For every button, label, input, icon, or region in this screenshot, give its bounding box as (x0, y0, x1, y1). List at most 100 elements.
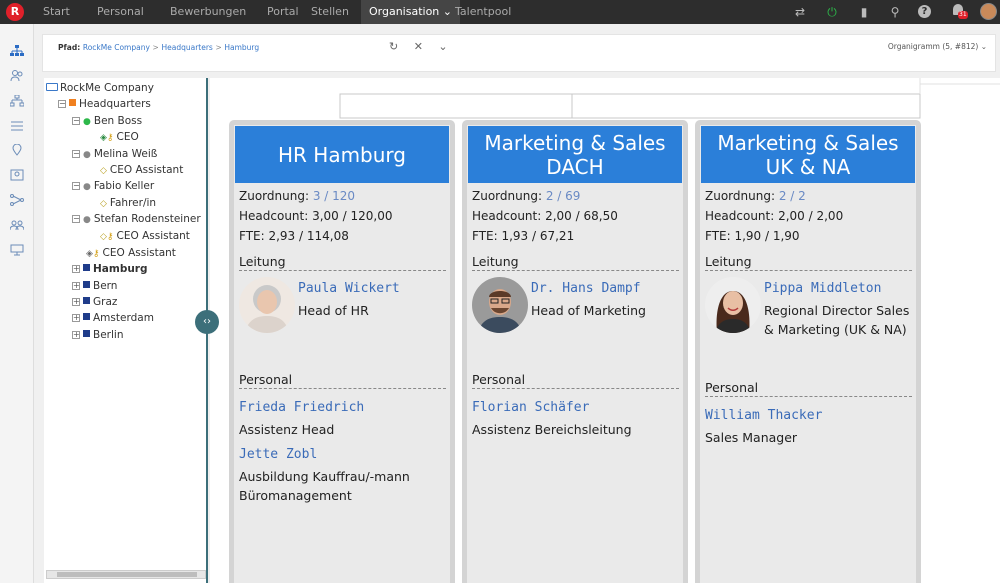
unit-icon (69, 99, 76, 106)
tree-node-role[interactable]: ◇ CEO Assistant (100, 163, 183, 178)
leitung-heading: Leitung (239, 254, 446, 271)
breadcrumb-item-company[interactable]: RockMe Company (83, 43, 150, 52)
search-icon[interactable]: ⚲ (887, 4, 903, 20)
nav-organisation[interactable]: Organisation ⌄ (361, 0, 460, 24)
location-icon[interactable] (9, 143, 25, 158)
nav-talentpool[interactable]: Talentpool (455, 0, 511, 24)
tree-node-person[interactable]: − ● Melina Weiß (72, 147, 157, 162)
card-title[interactable]: HR Hamburg (235, 126, 449, 183)
zuordnung-line: Zuordnung: 2 / 69 (472, 189, 580, 203)
panel-splitter-handle[interactable]: ‹› (195, 310, 219, 334)
unit-icon (83, 297, 90, 304)
tree-node-person[interactable]: − ● Ben Boss (72, 114, 142, 129)
expand-toggle[interactable]: + (72, 265, 80, 273)
tree-node-amsterdam[interactable]: + Amsterdam (72, 311, 154, 325)
tree-node-label: Fahrer/in (109, 197, 157, 209)
personal-heading: Personal (705, 380, 912, 397)
card-title[interactable]: Marketing & Sales DACH (468, 126, 682, 183)
tree-node-graz[interactable]: + Graz (72, 295, 117, 309)
lead-name[interactable]: Pippa Middleton (764, 281, 881, 296)
zuordnung-label: Zuordnung: (472, 189, 542, 203)
unit-icon (83, 281, 90, 288)
collapse-toggle[interactable]: − (72, 150, 80, 158)
scrollbar-thumb[interactable] (57, 572, 197, 577)
tree-node-root[interactable]: RockMe Company (46, 81, 154, 95)
collapse-toggle[interactable]: − (72, 182, 80, 190)
tree-node-role[interactable]: ◇⚷ CEO Assistant (100, 229, 190, 244)
breadcrumb-item-hamburg[interactable]: Hamburg (224, 43, 259, 52)
breadcrumb-separator: > (215, 43, 222, 52)
lead-name[interactable]: Dr. Hans Dampf (531, 281, 641, 296)
unit-icon (83, 264, 90, 271)
tree-node-role[interactable]: ◈⚷ CEO (100, 130, 139, 145)
leitung-heading: Leitung (705, 254, 912, 271)
collapse-toggle[interactable]: − (72, 117, 80, 125)
org-chart-select[interactable]: Organigramm (5, #812) ⌄ (888, 42, 987, 51)
expand-toggle[interactable]: + (72, 314, 80, 322)
position-icon: ◇ (100, 166, 107, 176)
tree-node-label: Graz (93, 296, 118, 308)
collapse-toggle[interactable]: − (58, 100, 66, 108)
tree-horizontal-scrollbar[interactable] (46, 570, 206, 579)
bell-icon[interactable]: 31 (950, 4, 968, 20)
nav-bewerbungen[interactable]: Bewerbungen (170, 0, 246, 24)
org-unit-card[interactable]: HR Hamburg Zuordnung: 3 / 120 Headcount:… (229, 120, 455, 583)
staff-role: Ausbildung Kauffrau/-mann Büromanagement (239, 469, 410, 503)
tree-node-person[interactable]: − ● Fabio Keller (72, 179, 154, 194)
zuordnung-separator: / (790, 189, 795, 203)
list-icon[interactable] (9, 120, 25, 134)
hierarchy-icon[interactable] (9, 94, 25, 109)
timer-icon[interactable]: ⏻ (824, 4, 840, 20)
staff-name[interactable]: William Thacker (705, 408, 822, 423)
tree-node-headquarters[interactable]: − Headquarters (58, 97, 151, 111)
lead-role: Head of Marketing (531, 303, 646, 318)
expand-toggle[interactable]: + (72, 282, 80, 290)
breadcrumb-actions[interactable]: ↻ ✕ ⌄ (389, 40, 454, 53)
nav-start[interactable]: Start (43, 0, 70, 24)
tree-node-label: CEO Assistant (116, 230, 190, 242)
personal-heading: Personal (472, 372, 679, 389)
nav-portal[interactable]: Portal (267, 0, 299, 24)
lead-name[interactable]: Paula Wickert (298, 281, 400, 296)
tree-node-hamburg[interactable]: + Hamburg (72, 262, 148, 276)
org-chart-icon[interactable] (9, 45, 25, 59)
collapse-toggle[interactable]: − (72, 215, 80, 223)
tree-node-berlin[interactable]: + Berlin (72, 328, 123, 342)
staff-name[interactable]: Frieda Friedrich (239, 400, 364, 415)
app-logo[interactable]: R (6, 3, 24, 21)
network-icon[interactable] (9, 194, 25, 208)
nav-personal[interactable]: Personal (97, 0, 144, 24)
expand-toggle[interactable]: + (72, 298, 80, 306)
id-card-icon[interactable] (9, 169, 25, 183)
card-title[interactable]: Marketing & Sales UK & NA (701, 126, 915, 183)
presentation-icon[interactable] (9, 244, 25, 258)
tree-node-label: CEO (116, 131, 139, 143)
breadcrumb-item-headquarters[interactable]: Headquarters (161, 43, 212, 52)
person-icon: ● (83, 150, 91, 160)
user-avatar[interactable] (980, 3, 997, 20)
nav-stellen[interactable]: Stellen (311, 0, 349, 24)
tree-node-role[interactable]: ◈⚷ CEO Assistant (86, 246, 176, 261)
expand-toggle[interactable]: + (72, 331, 80, 339)
org-unit-card[interactable]: Marketing & Sales UK & NA Zuordnung: 2 /… (695, 120, 921, 583)
headcount-line: Headcount: 3,00 / 120,00 (239, 209, 393, 223)
nav-organisation-label: Organisation (369, 5, 440, 18)
staff-name[interactable]: Florian Schäfer (472, 400, 589, 415)
breadcrumb: Pfad: RockMe Company > Headquarters > Ha… (58, 43, 259, 52)
tree-node-person[interactable]: − ● Stefan Rodensteiner (72, 212, 201, 227)
tree-node-role[interactable]: ◇ Fahrer/in (100, 196, 156, 211)
key-icon: ⚷ (92, 249, 100, 259)
org-unit-card[interactable]: Marketing & Sales DACH Zuordnung: 2 / 69… (462, 120, 688, 583)
bookmark-icon[interactable]: ▮ (856, 4, 872, 20)
staff-role: Sales Manager (705, 430, 798, 445)
breadcrumb-label: Pfad: (58, 43, 81, 52)
staff-name[interactable]: Jette Zobl (239, 447, 317, 462)
zuordnung-current: 2 (778, 189, 787, 203)
users-icon[interactable] (9, 219, 25, 233)
help-icon[interactable]: ? (918, 5, 931, 18)
lead-role: Regional Director Sales & Marketing (UK … (764, 303, 910, 337)
zuordnung-separator: / (324, 189, 329, 203)
tree-node-bern[interactable]: + Bern (72, 279, 117, 293)
swap-icon[interactable]: ⇄ (792, 4, 808, 20)
people-icon[interactable] (9, 70, 25, 84)
